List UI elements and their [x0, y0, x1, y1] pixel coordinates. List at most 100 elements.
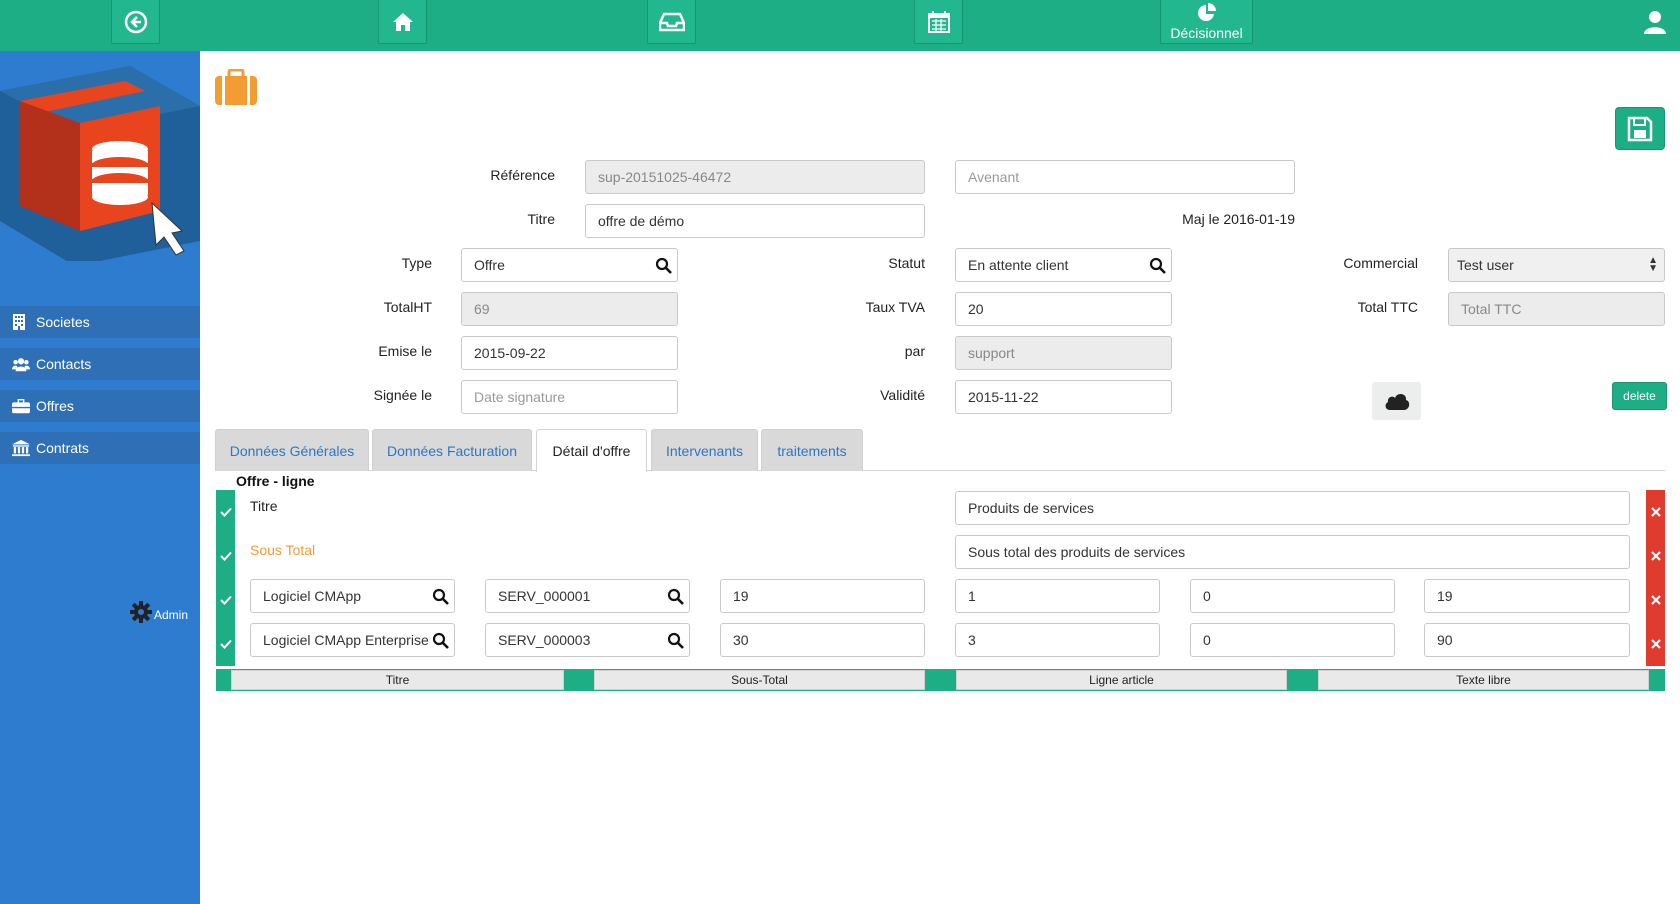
sidebar-item-contacts[interactable]: Contacts	[0, 348, 200, 380]
row-titre-field[interactable]: Produits de services	[955, 491, 1630, 525]
tab-intervenants[interactable]: Intervenants	[651, 429, 758, 471]
building-icon	[12, 314, 30, 330]
user-icon	[1644, 11, 1666, 34]
row-delete-button[interactable]	[1646, 534, 1665, 578]
emise-le-field[interactable]: 2015-09-22	[461, 336, 678, 370]
article-code-value: SERV_000003	[498, 632, 591, 648]
article-price-field[interactable]: 19	[720, 579, 925, 613]
calendar-button[interactable]	[914, 0, 963, 44]
admin-label: Admin	[154, 608, 189, 622]
validite-label: Validité	[880, 387, 925, 403]
home-button[interactable]	[378, 0, 427, 44]
decisionnel-button[interactable]: Décisionnel	[1160, 0, 1253, 44]
users-icon	[12, 356, 30, 372]
signee-le-label: Signée le	[373, 387, 432, 403]
user-button[interactable]	[1642, 9, 1668, 40]
sidebar-item-label: Societes	[36, 314, 90, 330]
inbox-button[interactable]	[647, 0, 696, 44]
add-titre-button[interactable]: Titre	[231, 670, 564, 690]
sidebar-item-label: Offres	[36, 398, 74, 414]
row-check-button[interactable]	[216, 534, 235, 578]
row-check-button[interactable]	[216, 622, 235, 666]
par-field[interactable]: support	[955, 336, 1172, 370]
close-icon	[1650, 639, 1661, 649]
total-ttc-field[interactable]: Total TTC	[1448, 292, 1665, 326]
type-field[interactable]: Offre	[461, 248, 678, 282]
article-name-field[interactable]: Logiciel CMApp	[250, 579, 455, 613]
article-price-field[interactable]: 30	[720, 623, 925, 657]
search-icon[interactable]	[667, 588, 685, 606]
row-sous-total-label: Sous Total	[250, 542, 316, 558]
statut-label: Statut	[888, 255, 925, 271]
search-icon[interactable]	[655, 257, 673, 275]
search-icon[interactable]	[432, 632, 450, 650]
article-qty-field[interactable]: 3	[955, 623, 1160, 657]
titre-field[interactable]: offre de démo	[585, 204, 925, 238]
search-icon[interactable]	[1149, 257, 1167, 275]
row-delete-button[interactable]	[1646, 578, 1665, 622]
row-check-button[interactable]	[216, 490, 235, 534]
totalht-field[interactable]: 69	[461, 292, 678, 326]
sidebar: Societes Contacts Offres Contrats Admin	[0, 51, 200, 904]
sidebar-item-offres[interactable]: Offres	[0, 390, 200, 422]
delete-button[interactable]: delete	[1612, 382, 1667, 410]
reference-field[interactable]: sup-20151025-46472	[585, 160, 925, 194]
article-qty-field[interactable]: 1	[955, 579, 1160, 613]
article-total-field[interactable]: 19	[1424, 579, 1630, 613]
article-name-value: Logiciel CMApp Enterprise	[263, 632, 429, 648]
back-arrow-icon	[124, 10, 147, 33]
taux-tva-field[interactable]: 20	[955, 292, 1172, 326]
commercial-value: Test user	[1457, 257, 1514, 273]
check-icon	[219, 507, 232, 517]
floppy-disk-icon	[1627, 116, 1653, 141]
article-code-field[interactable]: SERV_000001	[485, 579, 690, 613]
cloud-upload-button[interactable]	[1372, 382, 1421, 420]
search-icon[interactable]	[432, 588, 450, 606]
close-icon	[1650, 507, 1661, 517]
search-icon[interactable]	[667, 632, 685, 650]
tab-detail-offre[interactable]: Détail d'offre	[536, 429, 647, 472]
sidebar-item-societes[interactable]: Societes	[0, 306, 200, 338]
article-total-field[interactable]: 90	[1424, 623, 1630, 657]
add-sous-total-button[interactable]: Sous-Total	[594, 670, 925, 690]
signee-le-field[interactable]: Date signature	[461, 380, 678, 414]
validite-field[interactable]: 2015-11-22	[955, 380, 1172, 414]
admin-link[interactable]: Admin	[130, 601, 188, 623]
app-logo	[0, 66, 200, 261]
tab-traitements[interactable]: traitements	[761, 429, 863, 471]
row-sous-total-field[interactable]: Sous total des produits de services	[955, 535, 1630, 569]
bank-icon	[12, 439, 30, 457]
row-delete-button[interactable]	[1646, 490, 1665, 534]
article-discount-field[interactable]: 0	[1190, 623, 1395, 657]
row-delete-button[interactable]	[1646, 622, 1665, 666]
taux-tva-label: Taux TVA	[865, 299, 925, 315]
emise-le-label: Emise le	[378, 343, 432, 359]
cloud-icon	[1385, 394, 1409, 410]
titre-label: Titre	[527, 211, 555, 227]
commercial-select[interactable]: Test user ▲ ▼	[1448, 248, 1665, 282]
tab-donnees-generales[interactable]: Données Générales	[215, 429, 369, 471]
article-name-field[interactable]: Logiciel CMApp Enterprise	[250, 623, 455, 657]
home-icon	[392, 12, 413, 31]
commercial-label: Commercial	[1343, 255, 1418, 271]
par-label: par	[904, 343, 925, 359]
statut-value: En attente client	[968, 257, 1069, 273]
article-discount-field[interactable]: 0	[1190, 579, 1395, 613]
avenant-field[interactable]: Avenant	[955, 160, 1295, 194]
section-title: Offre - ligne	[236, 473, 315, 489]
statut-field[interactable]: En attente client	[955, 248, 1172, 282]
sidebar-item-label: Contrats	[36, 440, 89, 456]
decisionnel-label: Décisionnel	[1170, 24, 1243, 41]
sidebar-item-contrats[interactable]: Contrats	[0, 432, 200, 464]
reference-label: Référence	[490, 167, 555, 183]
check-icon	[219, 551, 232, 561]
tab-donnees-facturation[interactable]: Données Facturation	[372, 429, 532, 471]
row-check-button[interactable]	[216, 578, 235, 622]
maj-date: Maj le 2016-01-19	[1182, 211, 1295, 227]
add-texte-libre-button[interactable]: Texte libre	[1318, 670, 1649, 690]
save-button[interactable]	[1615, 107, 1665, 150]
add-ligne-article-button[interactable]: Ligne article	[956, 670, 1287, 690]
back-button[interactable]	[111, 0, 160, 44]
article-code-field[interactable]: SERV_000003	[485, 623, 690, 657]
close-icon	[1650, 595, 1661, 605]
